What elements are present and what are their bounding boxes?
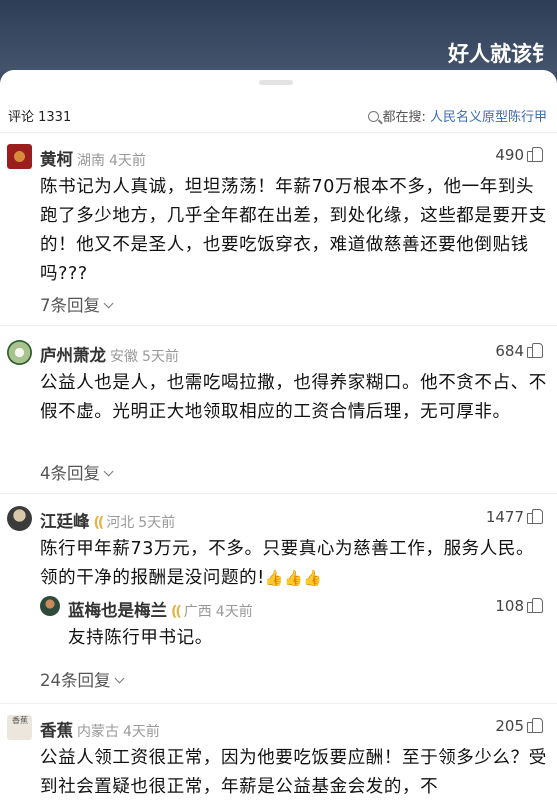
author-region: 河北 bbox=[106, 515, 135, 531]
like-count: 684 bbox=[495, 342, 524, 360]
chevron-down-icon bbox=[103, 466, 114, 477]
comment-time: 4天前 bbox=[123, 724, 160, 740]
author-region: 内蒙古 bbox=[77, 724, 119, 740]
replies-label: 4条回复 bbox=[40, 464, 100, 483]
author-name[interactable]: 庐州萧龙 bbox=[40, 346, 106, 365]
thumbs-up-emoji: 👍👍👍 bbox=[264, 569, 323, 587]
replies-label: 7条回复 bbox=[40, 296, 100, 315]
divider bbox=[0, 325, 557, 326]
avatar[interactable] bbox=[7, 340, 32, 365]
comment-text: 公益人也是人，也需吃喝拉撒，也得养家糊口。他不贪不占、不假不虚。光明正大地领取相… bbox=[40, 373, 547, 422]
like-button[interactable]: 684 bbox=[495, 342, 543, 360]
thumbs-up-icon bbox=[527, 598, 543, 613]
avatar-text: 香蕉 bbox=[12, 716, 28, 725]
view-replies-button[interactable]: 24条回复 bbox=[40, 667, 124, 691]
comments-header: 评论 1331 都在搜: 人民名义原型陈行甲 bbox=[0, 98, 557, 132]
trending-search[interactable]: 都在搜: 人民名义原型陈行甲 bbox=[368, 106, 547, 125]
comments-sheet: 评论 1331 都在搜: 人民名义原型陈行甲 黄柯 湖南 4天前 490 陈书记为人… bbox=[0, 70, 557, 800]
search-icon bbox=[368, 111, 380, 122]
comment-author[interactable]: 庐州萧龙 安徽 5天前 bbox=[40, 342, 179, 366]
like-button[interactable]: 108 bbox=[495, 597, 543, 615]
avatar[interactable] bbox=[7, 506, 32, 531]
comment-time: 5天前 bbox=[138, 515, 176, 531]
comment-author[interactable]: 黄柯 湖南 4天前 bbox=[40, 146, 146, 170]
search-prefix: 都在搜: bbox=[382, 110, 426, 125]
replies-label: 24条回复 bbox=[40, 671, 111, 690]
comment-text: 陈行甲年薪73万元，不多。只要真心为慈善工作，服务人民。领的干净的报酬是没问题的… bbox=[40, 535, 547, 593]
view-replies-button[interactable]: 7条回复 bbox=[40, 292, 114, 316]
divider bbox=[0, 703, 557, 704]
chevron-down-icon bbox=[103, 298, 114, 309]
comment-time: 4天前 bbox=[109, 153, 146, 169]
avatar[interactable]: 香蕉 bbox=[7, 715, 32, 740]
like-button[interactable]: 205 bbox=[495, 717, 543, 735]
view-replies-button[interactable]: 4条回复 bbox=[40, 460, 114, 484]
like-count: 1477 bbox=[485, 508, 524, 526]
author-region: 湖南 bbox=[77, 153, 105, 169]
comment-author[interactable]: 江廷峰((河北 5天前 bbox=[40, 508, 175, 532]
author-name[interactable]: 江廷峰 bbox=[40, 512, 90, 531]
comment-count: 评论 1331 bbox=[8, 110, 72, 125]
search-keyword[interactable]: 人民名义原型陈行甲 bbox=[430, 110, 547, 125]
avatar[interactable] bbox=[7, 144, 32, 169]
reply-author-name[interactable]: 蓝梅也是梅兰 bbox=[68, 601, 167, 620]
divider bbox=[0, 493, 557, 494]
like-count: 490 bbox=[495, 146, 524, 164]
like-button[interactable]: 1477 bbox=[486, 508, 543, 526]
fan-badge-icon: (( bbox=[93, 515, 105, 531]
comment-text: 公益人领工资很正常，因为他要吃饭要应酬！至于领多少么？受到社会置疑也很正常，年薪… bbox=[40, 748, 547, 797]
chevron-down-icon bbox=[114, 673, 124, 684]
like-count: 108 bbox=[495, 597, 524, 615]
like-button[interactable]: 490 bbox=[495, 146, 543, 164]
comment-author[interactable]: 香蕉 内蒙古 4天前 bbox=[40, 717, 160, 741]
page-title: 好人就该钅 bbox=[448, 42, 553, 66]
author-name[interactable]: 黄柯 bbox=[40, 150, 73, 169]
author-region: 安徽 bbox=[110, 349, 138, 365]
thumbs-up-icon bbox=[527, 718, 543, 733]
reply-time: 4天前 bbox=[215, 604, 253, 620]
reply-text: 友持陈行甲书记。 bbox=[68, 628, 213, 648]
comment-text: 陈书记为人真诚，坦坦荡荡！年薪70万根本不多，他一年到头跑了多少地方，几乎全年都… bbox=[40, 177, 547, 284]
thumbs-up-icon bbox=[527, 343, 543, 358]
drag-handle[interactable] bbox=[259, 80, 293, 85]
top-bar: 好人就该钅 bbox=[0, 0, 557, 72]
thumbs-up-icon bbox=[527, 147, 543, 162]
reply-author[interactable]: 蓝梅也是梅兰((广西 4天前 bbox=[68, 597, 253, 621]
comment-time: 5天前 bbox=[142, 349, 179, 365]
avatar[interactable] bbox=[40, 596, 60, 616]
thumbs-up-icon bbox=[527, 509, 543, 524]
reply-region: 广西 bbox=[183, 604, 212, 620]
author-name[interactable]: 香蕉 bbox=[40, 721, 73, 740]
like-count: 205 bbox=[495, 717, 524, 735]
fan-badge-icon: (( bbox=[171, 604, 182, 620]
divider bbox=[0, 132, 557, 133]
